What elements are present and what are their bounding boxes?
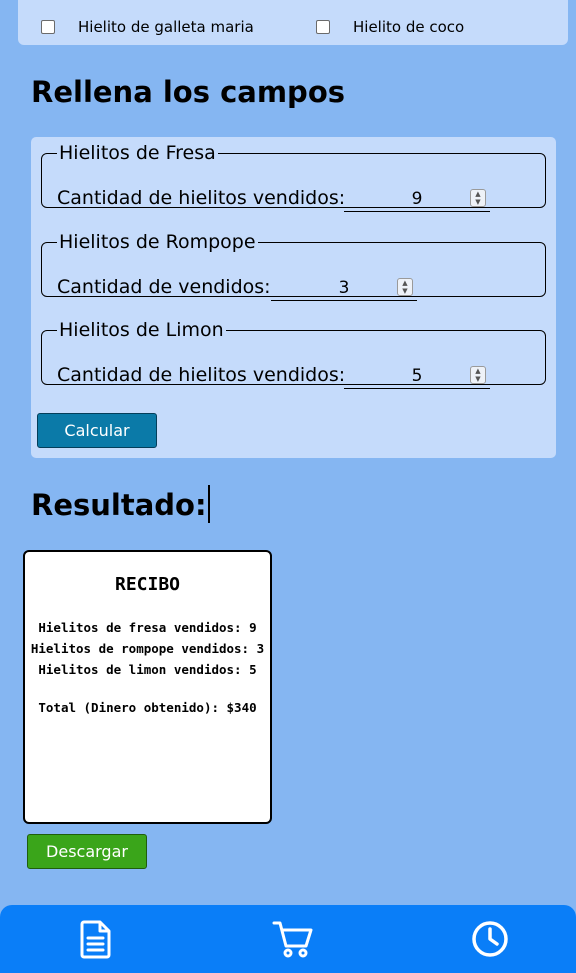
fresa-quantity-input[interactable]: 9 ▲ ▼ [344, 186, 490, 212]
legend-rompope: Hielitos de Rompope [59, 231, 256, 253]
form-title: Rellena los campos [31, 75, 346, 109]
result-title: Resultado: [31, 485, 210, 523]
result-title-text: Resultado: [31, 488, 207, 522]
receipt-total: Total (Dinero obtenido): $340 [38, 700, 257, 715]
limon-quantity-value: 5 [411, 366, 423, 386]
fresa-quantity-value: 9 [411, 189, 423, 209]
receipt-lines: Hielitos de fresa vendidos: 9 Hielitos d… [25, 617, 270, 680]
receipt-line-limon: Hielitos de limon vendidos: 5 [38, 662, 257, 677]
rompope-quantity-value: 3 [338, 278, 350, 298]
limon-quantity-input[interactable]: 5 ▲ ▼ [344, 363, 490, 389]
receipt-card: RECIBO Hielitos de fresa vendidos: 9 Hie… [23, 550, 272, 824]
bottom-nav-bar [0, 905, 576, 973]
text-caret [207, 485, 210, 523]
fieldset-rompope: Hielitos de Rompope Cantidad de vendidos… [41, 231, 546, 301]
clock-icon-svg [472, 921, 508, 957]
checkbox-label-coco: Hielito de coco [353, 18, 465, 36]
cart-icon[interactable] [272, 919, 313, 959]
label-fresa: Cantidad de hielitos vendidos: [57, 187, 346, 209]
flavor-filter-card: Hielito de galleta maria Hielito de coco [18, 0, 568, 45]
receipt-line-fresa: Hielitos de fresa vendidos: 9 [38, 620, 257, 635]
document-icon[interactable] [76, 919, 116, 959]
calculate-button[interactable]: Calcular [37, 413, 157, 448]
spinner-icon[interactable]: ▲ ▼ [470, 189, 486, 207]
checkbox-galleta-maria[interactable] [41, 20, 55, 34]
checkbox-coco[interactable] [316, 20, 330, 34]
fieldset-limon: Hielitos de Limon Cantidad de hielitos v… [41, 319, 546, 389]
checkbox-label-galleta-maria: Hielito de galleta maria [78, 18, 254, 36]
sales-form: Hielitos de Fresa Cantidad de hielitos v… [31, 137, 556, 458]
label-limon: Cantidad de hielitos vendidos: [57, 364, 346, 386]
document-icon-svg [80, 920, 111, 959]
receipt-heading: RECIBO [114, 574, 181, 595]
receipt-line-rompope: Hielitos de rompope vendidos: 3 [30, 641, 265, 656]
label-rompope: Cantidad de vendidos: [57, 276, 271, 298]
fieldset-fresa: Hielitos de Fresa Cantidad de hielitos v… [41, 142, 546, 212]
legend-fresa: Hielitos de Fresa [59, 142, 216, 164]
spinner-icon[interactable]: ▲ ▼ [470, 366, 486, 384]
spinner-icon[interactable]: ▲ ▼ [397, 278, 413, 296]
download-button[interactable]: Descargar [27, 834, 147, 869]
legend-limon: Hielitos de Limon [59, 319, 224, 341]
clock-icon[interactable] [470, 919, 510, 959]
rompope-quantity-input[interactable]: 3 ▲ ▼ [271, 275, 417, 301]
cart-icon-svg [272, 921, 313, 958]
